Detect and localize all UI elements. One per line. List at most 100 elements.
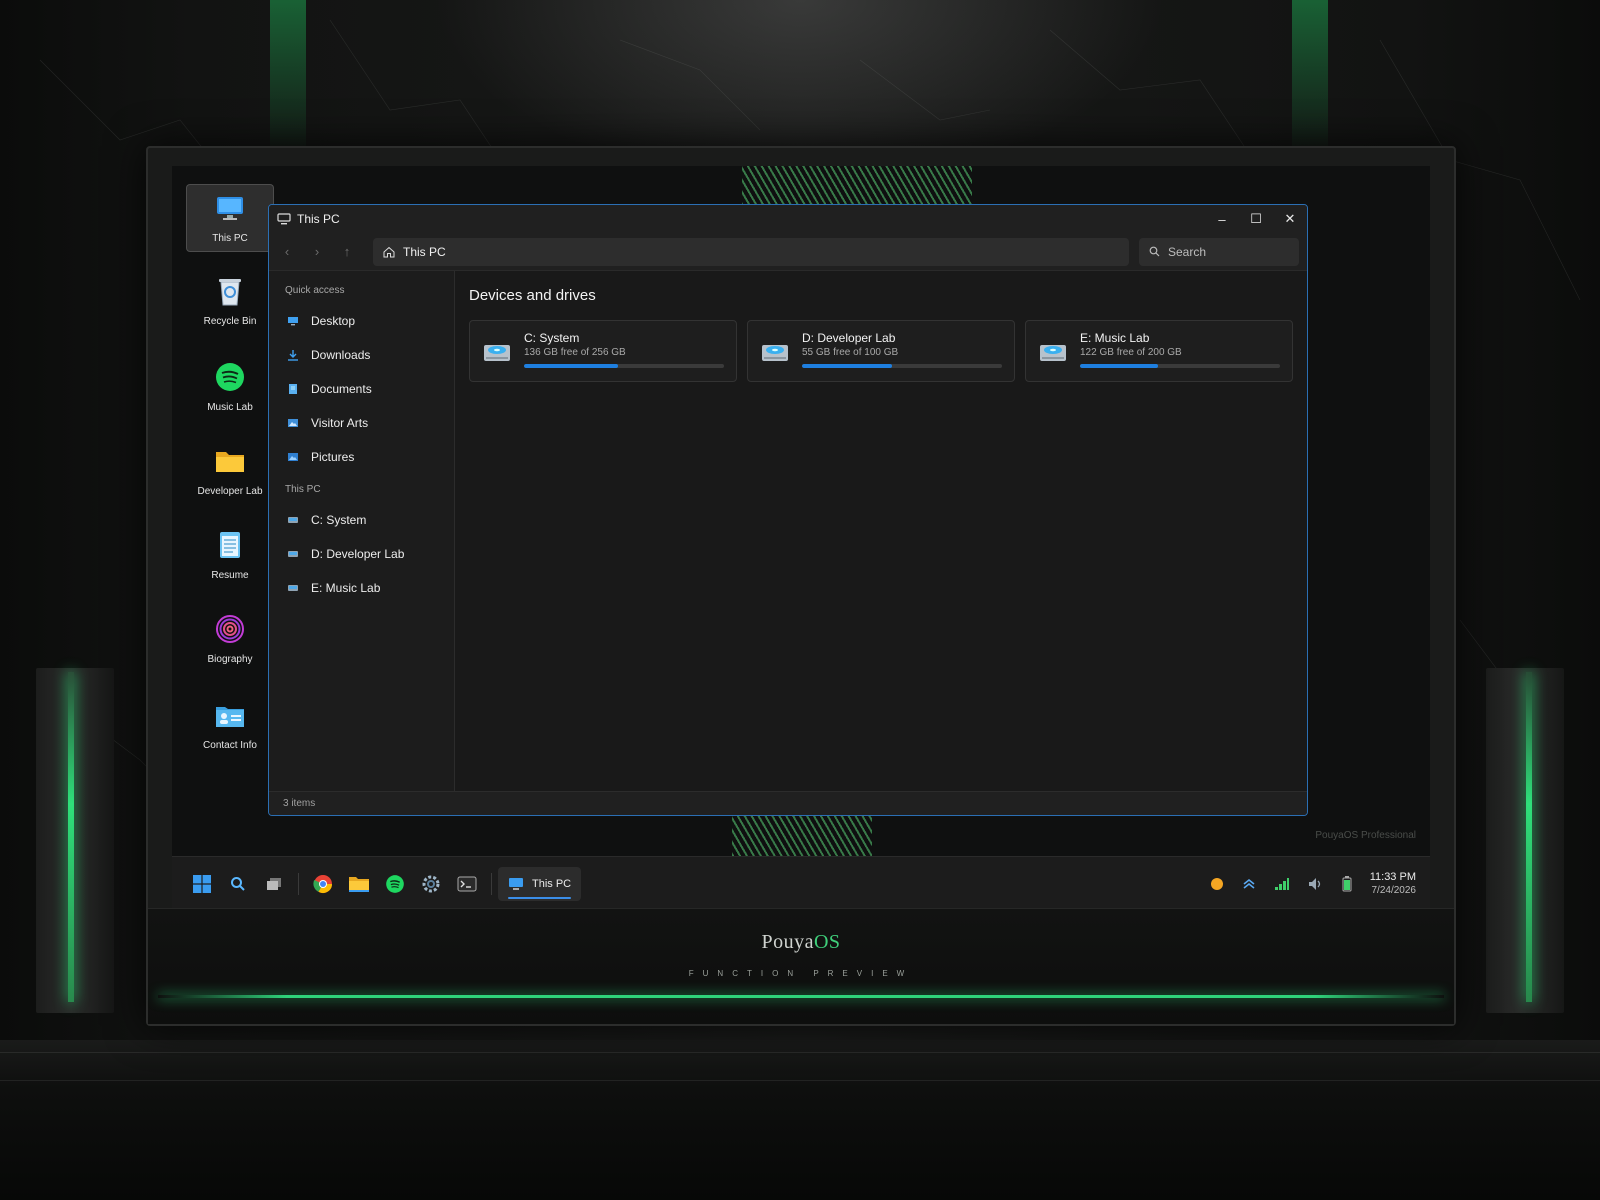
desktop-icon-recycle-bin[interactable]: Recycle Bin — [186, 268, 274, 334]
desktop-icon-label: Resume — [211, 570, 249, 581]
drive-usage-bar — [1080, 364, 1280, 368]
sidebar-item-label: D: Developer Lab — [311, 547, 405, 561]
taskbar-settings[interactable] — [413, 866, 449, 902]
floor — [0, 1040, 1600, 1200]
hard-drive-icon — [762, 345, 788, 361]
taskbar-separator — [491, 872, 492, 895]
address-bar[interactable]: This PC — [373, 237, 1129, 266]
close-button[interactable]: ✕ — [1273, 205, 1307, 233]
notification-dot-icon[interactable] — [1210, 877, 1224, 891]
status-bar: 3 items — [269, 791, 1307, 815]
start-button[interactable] — [184, 866, 220, 902]
back-button[interactable]: ‹ — [277, 242, 297, 262]
sidebar-item-documents[interactable]: Documents — [269, 372, 454, 406]
sidebar-item-label: E: Music Lab — [311, 581, 381, 595]
drive-usage-fill — [1080, 364, 1158, 368]
up-button[interactable]: ↑ — [337, 242, 357, 262]
desktop-icon-label: Contact Info — [203, 740, 257, 751]
hard-drive-icon — [484, 345, 510, 361]
sidebar-item-label: Desktop — [311, 314, 356, 328]
hard-drive-icon — [1040, 345, 1066, 361]
desktop-icon — [288, 317, 298, 326]
monitor-icon — [277, 213, 291, 225]
desktop-icon-music-lab[interactable]: Music Lab — [186, 354, 274, 420]
monitor-bezel-bottom: PouyaOS FUNCTION PREVIEW — [148, 908, 1454, 1024]
search-icon — [1149, 246, 1160, 257]
os-watermark: PouyaOS Professional — [1315, 830, 1416, 841]
start-icon — [193, 874, 211, 893]
sidebar-item-d-drive[interactable]: D: Developer Lab — [269, 537, 454, 571]
sidebar-item-label: Downloads — [311, 348, 371, 362]
fingerprint-icon — [216, 615, 244, 643]
navigation-pane: Quick access Desktop Downloads Documents — [269, 271, 455, 791]
taskbar: This PC 11:33 PM 7/24/2026 — [172, 856, 1430, 910]
desktop-icon-this-pc[interactable]: This PC — [186, 184, 274, 252]
search-input[interactable]: Search — [1139, 237, 1299, 266]
brand-logo: PouyaOS — [148, 931, 1454, 954]
taskbar-separator — [298, 872, 299, 895]
brand-tagline: FUNCTION PREVIEW — [688, 969, 914, 978]
taskbar-chrome[interactable] — [305, 866, 341, 902]
wallpaper-pattern — [732, 816, 872, 856]
sidebar-item-pictures[interactable]: Pictures — [269, 440, 454, 474]
drive-usage-bar — [524, 364, 724, 368]
monitor-icon — [217, 197, 243, 220]
desktop-icon-label: This PC — [212, 233, 248, 244]
taskbar-terminal[interactable] — [449, 866, 485, 902]
file-explorer-icon — [349, 876, 369, 892]
drive-tile-d[interactable]: D: Developer Lab 55 GB free of 100 GB — [747, 320, 1015, 382]
desktop-icon-contact-info[interactable]: Contact Info — [186, 692, 274, 758]
folder-icon — [216, 452, 244, 472]
taskbar-search-button[interactable] — [220, 866, 256, 902]
download-icon — [288, 350, 298, 361]
drive-icon — [288, 585, 298, 591]
navigation-toolbar: ‹ › ↑ This PC Search — [269, 233, 1307, 271]
taskbar-file-explorer[interactable] — [341, 866, 377, 902]
sidebar-item-c-drive[interactable]: C: System — [269, 503, 454, 537]
accent-glow-bar — [158, 995, 1444, 998]
desktop-icon-label: Developer Lab — [197, 486, 263, 497]
right-panel — [1486, 668, 1564, 1013]
forward-button[interactable]: › — [307, 242, 327, 262]
minimize-button[interactable]: – — [1205, 205, 1239, 233]
maximize-button[interactable]: ☐ — [1239, 205, 1273, 233]
volume-icon[interactable] — [1308, 877, 1324, 891]
network-icon[interactable] — [1274, 877, 1290, 891]
desktop-icon-biography[interactable]: Biography — [186, 606, 274, 672]
chrome-icon — [313, 874, 332, 893]
address-text: This PC — [403, 244, 446, 259]
desktop-icon-developer-lab[interactable]: Developer Lab — [186, 438, 274, 504]
clock-time: 11:33 PM — [1369, 870, 1416, 883]
title-bar[interactable]: This PC – ☐ ✕ — [269, 205, 1307, 233]
sidebar-item-downloads[interactable]: Downloads — [269, 338, 454, 372]
drive-name: C: System — [524, 331, 580, 345]
chevron-up-icon[interactable] — [1242, 878, 1256, 890]
task-view-button[interactable] — [256, 866, 292, 902]
terminal-icon — [457, 876, 477, 891]
sidebar-item-desktop[interactable]: Desktop — [269, 304, 454, 338]
left-light-strip — [68, 672, 74, 1002]
pillar-glow-left — [270, 0, 306, 150]
sidebar-item-label: Documents — [311, 382, 372, 396]
drive-name: D: Developer Lab — [802, 331, 896, 345]
settings-icon — [422, 875, 440, 892]
sidebar-item-e-drive[interactable]: E: Music Lab — [269, 571, 454, 605]
taskbar-spotify[interactable] — [377, 866, 413, 902]
this-pc-header[interactable]: This PC — [269, 474, 454, 503]
wallpaper-pattern — [742, 166, 972, 206]
search-icon — [231, 876, 245, 891]
drive-tile-e[interactable]: E: Music Lab 122 GB free of 200 GB — [1025, 320, 1293, 382]
sidebar-item-label: Pictures — [311, 450, 355, 464]
home-icon — [383, 246, 395, 257]
recycle-bin-icon — [219, 279, 241, 306]
monitor: PouyaOS Professional This PC Recycle Bin… — [146, 146, 1456, 1026]
drive-usage-bar — [802, 364, 1002, 368]
desktop-icon-resume[interactable]: Resume — [186, 522, 274, 588]
sidebar-item-visitor-arts[interactable]: Visitor Arts — [269, 406, 454, 440]
drive-tile-c[interactable]: C: System 136 GB free of 256 GB — [469, 320, 737, 382]
clock[interactable]: 11:33 PM 7/24/2026 — [1370, 870, 1416, 898]
battery-icon[interactable] — [1342, 875, 1352, 892]
taskbar-active-window-this-pc[interactable]: This PC — [498, 866, 582, 901]
sidebar-item-label: C: System — [311, 513, 367, 527]
content-pane: Devices and drives C: System 136 GB free… — [455, 271, 1307, 791]
